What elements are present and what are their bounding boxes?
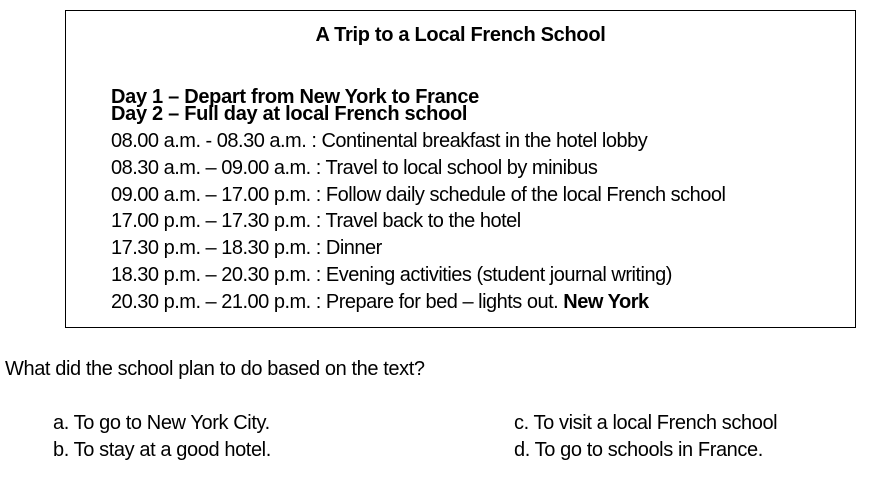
schedule-item: 20.30 p.m. – 21.00 p.m. : Prepare for be…	[111, 290, 649, 313]
schedule-item: 08.30 a.m. – 09.00 a.m. : Travel to loca…	[111, 156, 598, 179]
answer-option-a: a. To go to New York City.	[53, 412, 270, 434]
answer-option-b: b. To stay at a good hotel.	[53, 439, 271, 461]
schedule-item: 08.00 a.m. - 08.30 a.m. : Continental br…	[111, 130, 648, 152]
passage-title: A Trip to a Local French School	[315, 24, 606, 46]
reading-passage-box: A Trip to a Local French School Day 1 – …	[65, 10, 856, 328]
schedule-item: 09.00 a.m. – 17.00 p.m. : Follow daily s…	[111, 183, 726, 206]
schedule-item: 18.30 p.m. – 20.30 p.m. : Evening activi…	[111, 263, 672, 286]
answer-option-c: c. To visit a local French school	[514, 412, 778, 434]
schedule-item: 17.30 p.m. – 18.30 p.m. : Dinner	[111, 237, 382, 260]
answer-option-d: d. To go to schools in France.	[514, 439, 763, 461]
day-2-schedule-list: 08.00 a.m. - 08.30 a.m. : Continental br…	[111, 128, 726, 316]
day-2-heading: Day 2 – Full day at local French school	[111, 103, 468, 125]
schedule-item: 17.00 p.m. – 17.30 p.m. : Travel back to…	[111, 210, 521, 233]
schedule-item-bold-text: New York	[563, 290, 649, 313]
question-prompt: What did the school plan to do based on …	[5, 358, 425, 380]
